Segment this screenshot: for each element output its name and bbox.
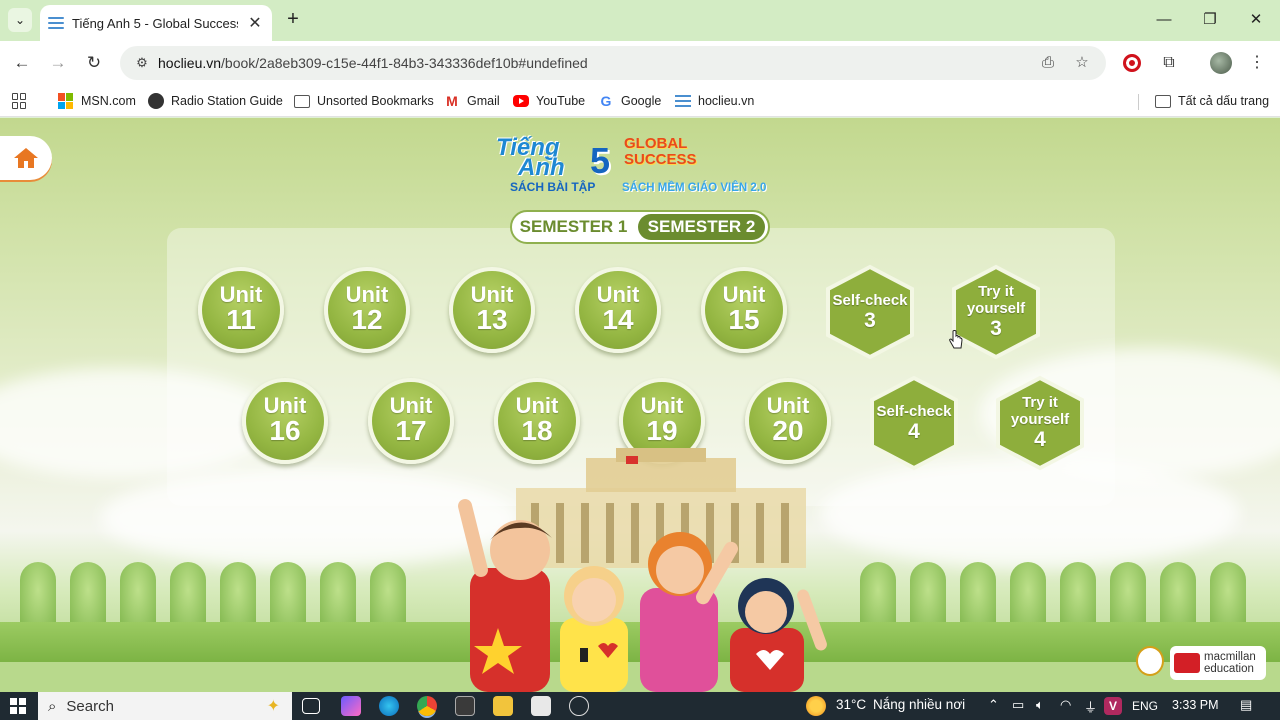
unit-12-button[interactable]: Unit 12 — [324, 267, 410, 353]
unit-13-button[interactable]: Unit 13 — [449, 267, 535, 353]
forward-button[interactable]: → — [46, 51, 70, 75]
self-check-3-button[interactable]: Self-check 3 — [824, 264, 916, 360]
tab-close-icon[interactable]: ✕ — [246, 13, 264, 33]
unit-11-button[interactable]: Unit 11 — [198, 267, 284, 353]
unit-17-button[interactable]: Unit 17 — [368, 378, 454, 464]
battery-icon[interactable]: ▭ — [1012, 697, 1024, 713]
search-icon: ⌕ — [48, 697, 57, 715]
url-text: hoclieu.vn/book/2a8eb309-c15e-44f1-84b3-… — [158, 55, 588, 71]
bookmark-radio[interactable]: Radio Station Guide — [148, 92, 283, 110]
copilot-sparkle-icon: ✦ — [266, 698, 280, 715]
back-button[interactable]: ← — [10, 51, 34, 75]
clock[interactable]: 3:33 PM — [1172, 698, 1219, 712]
tray-chevron-icon[interactable]: ⌃ — [988, 697, 999, 713]
logo-anh: Anh — [518, 154, 565, 181]
chevron-down-icon: ⌄ — [14, 13, 26, 27]
youtube-icon — [513, 95, 529, 107]
file-explorer-icon[interactable] — [493, 696, 513, 716]
restore-button[interactable]: ❐ — [1198, 8, 1222, 32]
task-view-icon[interactable] — [302, 698, 320, 714]
bookmark-gmail[interactable]: M Gmail — [444, 92, 500, 110]
book-logo: Tiếng Anh 5 SÁCH BÀI TẬP GLOBAL SUCCESS S… — [494, 134, 794, 200]
active-tab[interactable]: Tiếng Anh 5 - Global Success - hoclieu.v… — [40, 5, 272, 41]
wifi-icon[interactable]: ◠ — [1060, 697, 1071, 713]
browser-toolbar: ← → ↻ ⚙ hoclieu.vn/book/2a8eb309-c15e-44… — [0, 41, 1280, 85]
notification-icon[interactable]: ▤ — [1240, 697, 1252, 713]
globe-icon — [148, 93, 164, 109]
macmillan-logo: macmillan education — [1170, 646, 1266, 680]
chrome-app-icon[interactable] — [417, 696, 437, 716]
self-check-4-button[interactable]: Self-check 4 — [868, 375, 960, 471]
msn-icon — [58, 93, 74, 109]
weather-icon — [806, 696, 826, 716]
apps-grid-icon[interactable] — [12, 92, 35, 110]
google-icon: G — [600, 93, 612, 109]
site-info-icon[interactable]: ⚙ — [132, 53, 152, 73]
bookmark-msn[interactable]: MSN.com — [58, 92, 136, 110]
bookmarks-divider — [1138, 94, 1139, 110]
unikey-v-icon[interactable]: V — [1104, 697, 1122, 715]
semester-1-tab[interactable]: SEMESTER 1 — [515, 214, 632, 240]
book-page: Tiếng Anh 5 SÁCH BÀI TẬP GLOBAL SUCCESS S… — [0, 118, 1280, 692]
logo-sach-bai-tap: SÁCH BÀI TẬP — [510, 180, 596, 194]
obs-app-icon[interactable] — [569, 696, 589, 716]
bookmark-youtube[interactable]: YouTube — [513, 92, 585, 110]
bookmarks-bar: MSN.com Radio Station Guide Unsorted Boo… — [0, 85, 1280, 117]
macmillan-mark-icon — [1174, 653, 1200, 673]
bookmark-unsorted[interactable]: Unsorted Bookmarks — [294, 92, 434, 110]
store-app-icon[interactable] — [531, 696, 551, 716]
volume-icon[interactable]: 🔈︎ — [1036, 697, 1044, 713]
address-bar[interactable]: ⚙ hoclieu.vn/book/2a8eb309-c15e-44f1-84b… — [120, 46, 1106, 80]
tab-title: Tiếng Anh 5 - Global Success - hoclieu.v… — [72, 15, 238, 31]
weather-temp[interactable]: 31°C — [836, 697, 866, 712]
windows-start-icon[interactable] — [10, 698, 26, 714]
edge-app-icon[interactable] — [379, 696, 399, 716]
try-it-yourself-4-button[interactable]: Try it yourself 4 — [994, 375, 1086, 471]
new-tab-button[interactable]: + — [282, 8, 304, 30]
taskbar-search[interactable]: ⌕ Search ✦ — [38, 692, 292, 720]
unit-15-button[interactable]: Unit 15 — [701, 267, 787, 353]
semester-switcher: SEMESTER 1 SEMESTER 2 — [510, 210, 770, 244]
weather-text[interactable]: Nắng nhiều nơi — [873, 697, 965, 712]
bookmark-star-icon[interactable]: ☆ — [1072, 53, 1092, 73]
logo-grade: 5 — [590, 140, 611, 181]
hoclieu-favicon-icon — [48, 17, 64, 29]
windows-taskbar: ⌕ Search ✦ 31°C Nắng nhiều nơi ⌃ ▭ 🔈︎ ◠ … — [0, 692, 1280, 720]
folder-icon — [294, 94, 310, 108]
profile-avatar[interactable] — [1209, 51, 1233, 75]
semester-2-tab[interactable]: SEMESTER 2 — [638, 214, 765, 240]
hand-cursor-icon — [949, 330, 963, 349]
minimize-button[interactable]: — — [1152, 8, 1176, 32]
children-illustration — [458, 498, 827, 692]
copilot-app-icon[interactable] — [341, 696, 361, 716]
hoclieu-icon — [675, 93, 691, 109]
all-bookmarks-folder[interactable]: Tất cả dấu trang — [1155, 92, 1269, 110]
publisher-logo-icon — [1136, 646, 1164, 676]
home-icon — [14, 148, 38, 168]
menu-icon[interactable]: ⋮ — [1245, 51, 1269, 75]
reload-button[interactable]: ↻ — [82, 51, 106, 75]
logo-global-success: GLOBAL SUCCESS — [624, 135, 697, 168]
usb-icon[interactable]: ⏚ — [1084, 697, 1097, 716]
gmail-icon: M — [446, 93, 458, 109]
unit-14-button[interactable]: Unit 14 — [575, 267, 661, 353]
close-window-button[interactable]: ✕ — [1244, 8, 1268, 32]
logo-giao-vien: SÁCH MỀM GIÁO VIÊN 2.0 — [622, 182, 767, 194]
unit-16-button[interactable]: Unit 16 — [242, 378, 328, 464]
bookmark-google[interactable]: G Google — [598, 92, 662, 110]
tab-strip: ⌄ Tiếng Anh 5 - Global Success - hoclieu… — [0, 0, 1280, 41]
folder-icon — [1155, 94, 1171, 108]
language-indicator[interactable]: ENG — [1132, 699, 1158, 713]
home-button[interactable] — [0, 136, 52, 180]
tab-search-button[interactable]: ⌄ — [8, 8, 32, 32]
capcut-app-icon[interactable] — [455, 696, 475, 716]
bookmark-hoclieu[interactable]: hoclieu.vn — [675, 92, 754, 110]
install-app-icon[interactable]: ⎙ — [1038, 53, 1058, 73]
opera-extension-icon[interactable] — [1120, 51, 1144, 75]
extensions-icon[interactable]: ⧉ — [1157, 51, 1181, 75]
